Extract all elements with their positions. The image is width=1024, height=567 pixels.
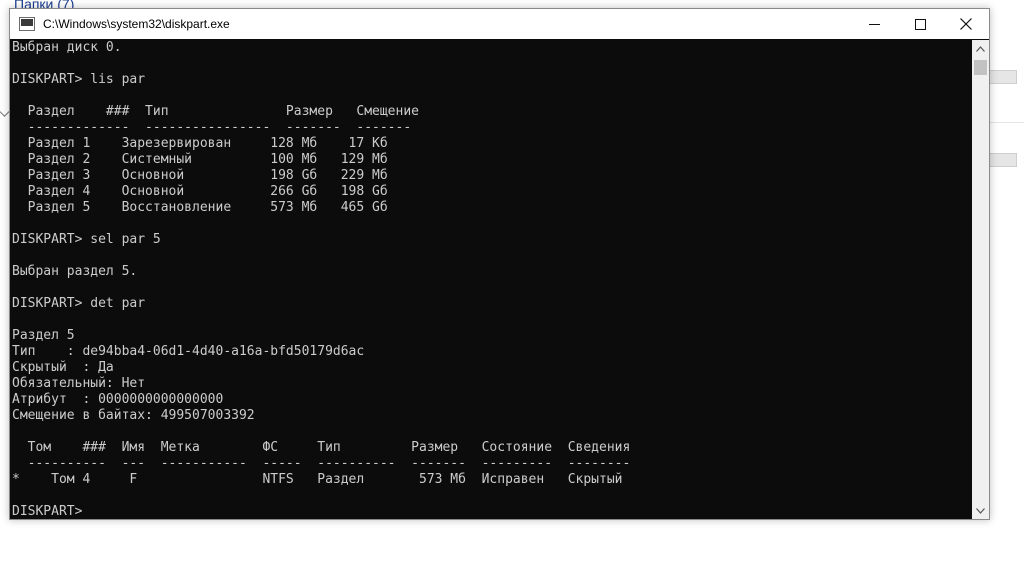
minimize-icon: [868, 23, 880, 25]
console-line: DISKPART>: [12, 504, 91, 519]
window-title: C:\Windows\system32\diskpart.exe: [43, 17, 230, 31]
console-line: ------------- ---------------- ------- -…: [12, 120, 412, 135]
console-line: Обязательный: Нет: [12, 376, 146, 391]
console-line: Выбран диск 0.: [12, 40, 122, 55]
diskpart-console-window[interactable]: C:\Windows\system32\diskpart.exe Выбран …: [9, 8, 990, 520]
console-output[interactable]: Выбран диск 0. DISKPART> lis par Раздел #…: [10, 40, 971, 519]
console-line: ---------- --- ----------- ----- -------…: [12, 456, 631, 471]
background-progress-bar: [988, 153, 1017, 167]
console-line: DISKPART> det par: [12, 296, 146, 311]
console-app-icon: [19, 17, 35, 31]
console-line: Атрибут : 0000000000000000: [12, 392, 224, 407]
console-line: Раздел 5: [12, 328, 75, 343]
scroll-up-button[interactable]: [972, 40, 989, 57]
console-line: Смещение в байтах: 499507003392: [12, 408, 255, 423]
window-controls: [851, 9, 989, 39]
background-divider: [988, 122, 1024, 123]
vertical-scrollbar[interactable]: [972, 40, 989, 519]
console-line: Раздел 3 Основной 198 Gб 229 Мб: [12, 168, 388, 183]
chevron-up-icon: [976, 45, 985, 52]
console-line: Том ### Имя Метка ФС Тип Размер Состояни…: [12, 440, 631, 455]
console-line: Раздел 4 Основной 266 Gб 198 Gб: [12, 184, 388, 199]
maximize-icon: [914, 18, 926, 30]
console-line: Выбран раздел 5.: [12, 264, 138, 279]
chevron-down-icon: [976, 507, 985, 514]
console-line: Тип : de94bba4-06d1-4d40-a16a-bfd50179d6…: [12, 344, 365, 359]
maximize-button[interactable]: [897, 9, 943, 39]
console-line: Раздел 2 Системный 100 Мб 129 Мб: [12, 152, 388, 167]
console-line: * Том 4 F NTFS Раздел 573 Мб Исправен Ск…: [12, 472, 623, 487]
console-line: Скрытый : Да: [12, 360, 114, 375]
close-button[interactable]: [943, 9, 989, 39]
minimize-button[interactable]: [851, 9, 897, 39]
console-text: Выбран диск 0. DISKPART> lis par Раздел #…: [10, 40, 971, 519]
close-icon: [960, 18, 972, 30]
console-line: Раздел 1 Зарезервирован 128 Мб 17 Кб: [12, 136, 388, 151]
background-progress-bar: [988, 70, 1017, 84]
scrollbar-thumb[interactable]: [974, 60, 987, 75]
console-line: DISKPART> sel par 5: [12, 232, 161, 247]
console-line: Раздел 5 Восстановление 573 Мб 465 Gб: [12, 200, 388, 215]
console-line: Раздел ### Тип Размер Смещение: [12, 104, 419, 119]
window-titlebar[interactable]: C:\Windows\system32\diskpart.exe: [10, 9, 989, 39]
scroll-down-button[interactable]: [972, 502, 989, 519]
console-line: DISKPART> lis par: [12, 72, 146, 87]
